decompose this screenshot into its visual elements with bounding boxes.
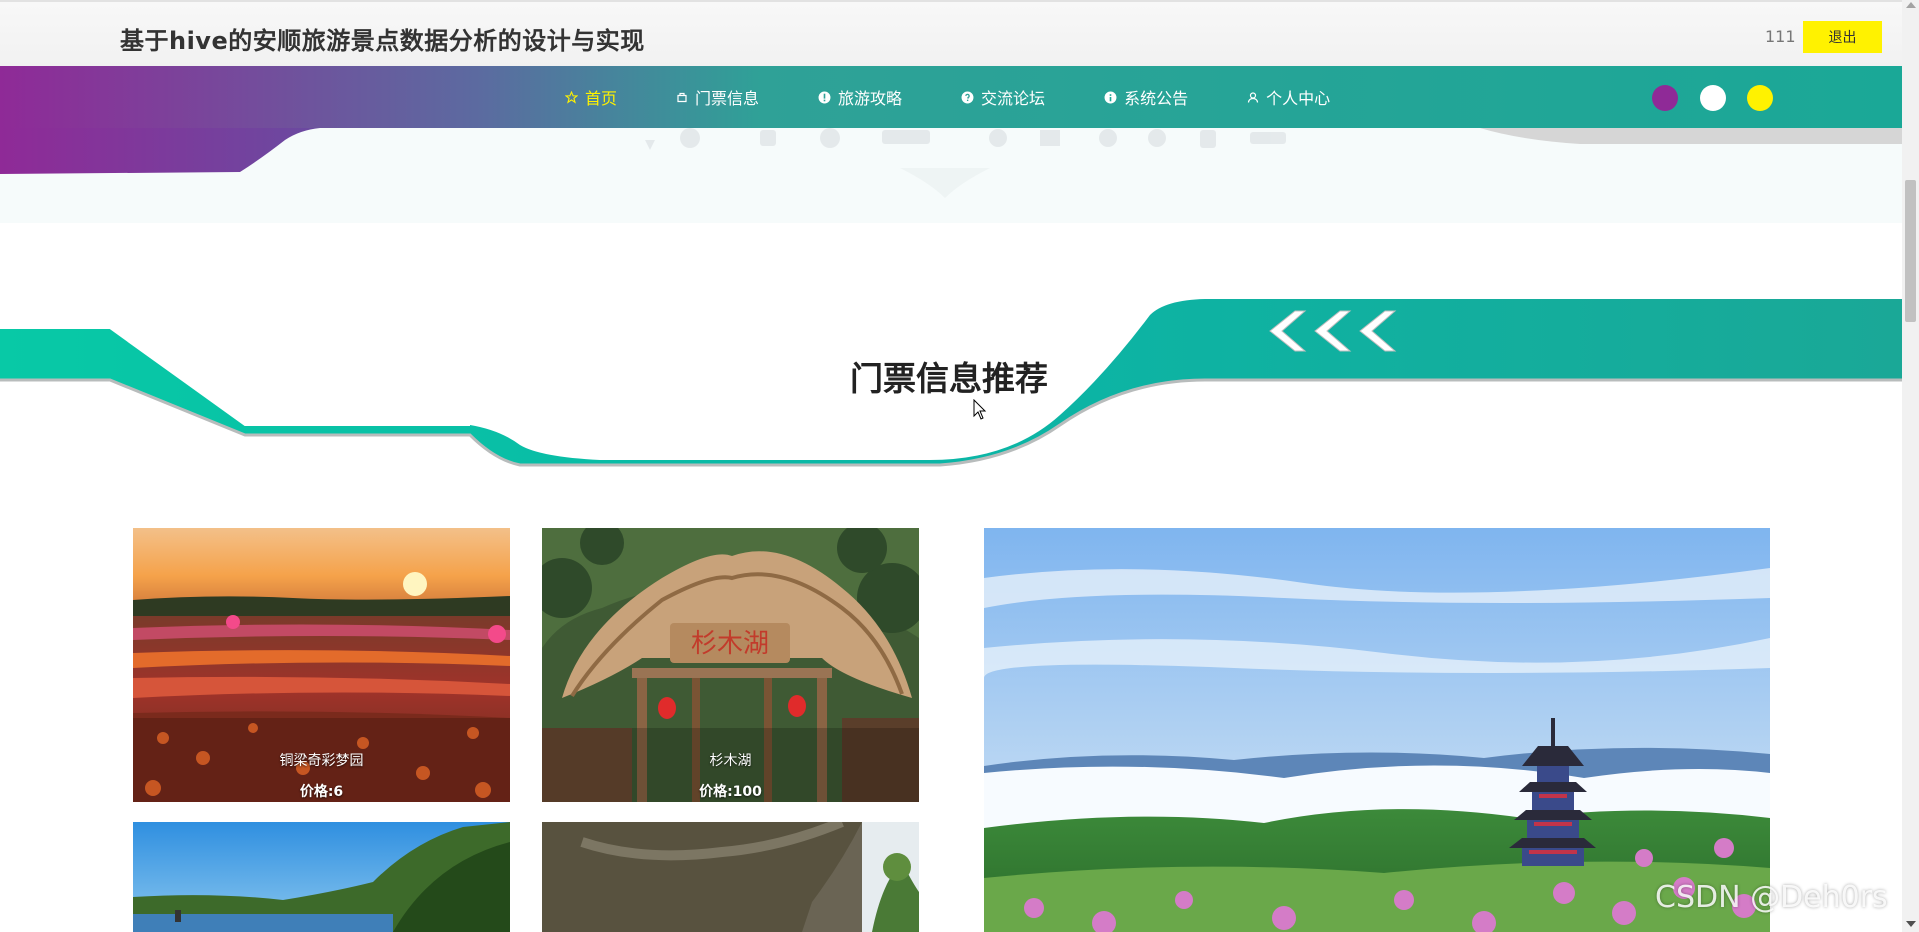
ticket-card[interactable] [542,822,919,932]
nav-decoration [0,128,1902,223]
ticket-card[interactable]: 杉木湖 杉木湖 价格:100 [542,528,919,802]
scroll-up-icon[interactable] [1906,2,1916,8]
question-icon [961,91,974,103]
theme-swatch-purple[interactable] [1652,85,1678,111]
attraction-photo [133,822,510,932]
theme-swatch-yellow[interactable] [1747,85,1773,111]
nav-item-profile[interactable]: 个人中心 [1247,85,1330,109]
info-icon [818,91,831,103]
featured-attraction-image[interactable] [984,528,1770,932]
svg-text:杉木湖: 杉木湖 [691,629,769,659]
nav-item-notices[interactable]: 系统公告 [1104,85,1188,109]
scrollbar-thumb[interactable] [1905,180,1916,322]
star-icon [565,90,578,104]
nav-items: 首页 门票信息 旅游攻略 交流论坛 系统公告 个人中心 [565,66,1389,128]
section-title: 门票信息推荐 [850,359,1048,398]
top-header: 基于hive的安顺旅游景点数据分析的设计与实现 111 退出 [0,0,1902,66]
ticket-card-price: 价格:100 [699,784,762,800]
page: 基于hive的安顺旅游景点数据分析的设计与实现 111 退出 首页 门票信息 旅… [0,0,1919,932]
user-icon [1247,91,1259,103]
nav-item-label: 交流论坛 [981,89,1046,108]
nav-item-label: 系统公告 [1124,89,1189,108]
theme-swatch-white[interactable] [1700,85,1726,111]
mouse-cursor-icon [973,399,987,420]
nav-item-guides[interactable]: 旅游攻略 [818,85,902,109]
username-label: 111 [1765,27,1796,46]
attraction-photo [984,528,1770,932]
nav-item-home[interactable]: 首页 [565,85,617,109]
ticket-card-name: 铜梁奇彩梦园 [279,753,364,769]
attraction-photo [542,822,919,932]
ticket-card-price: 价格:6 [299,784,344,800]
nav-item-forum[interactable]: 交流论坛 [961,85,1045,109]
scroll-down-icon[interactable] [1906,921,1916,927]
nav-item-label: 首页 [585,89,618,108]
site-title: 基于hive的安顺旅游景点数据分析的设计与实现 [120,27,645,55]
nav-item-label: 个人中心 [1266,89,1331,108]
page-scrollbar[interactable] [1902,0,1919,932]
nav-item-label: 门票信息 [695,89,760,108]
nav-item-tickets[interactable]: 门票信息 [676,85,759,109]
logout-button[interactable]: 退出 [1803,21,1882,53]
ticket-icon [677,92,687,103]
nav-item-label: 旅游攻略 [838,89,903,108]
watermark-text: CSDN @Deh0rs [1655,880,1888,915]
ticket-card-name: 杉木湖 [709,753,752,769]
notice-icon [1104,91,1117,103]
main-nav: 首页 门票信息 旅游攻略 交流论坛 系统公告 个人中心 [0,66,1902,128]
ticket-card[interactable] [133,822,510,932]
ticket-card[interactable]: 铜梁奇彩梦园 价格:6 [133,528,510,802]
